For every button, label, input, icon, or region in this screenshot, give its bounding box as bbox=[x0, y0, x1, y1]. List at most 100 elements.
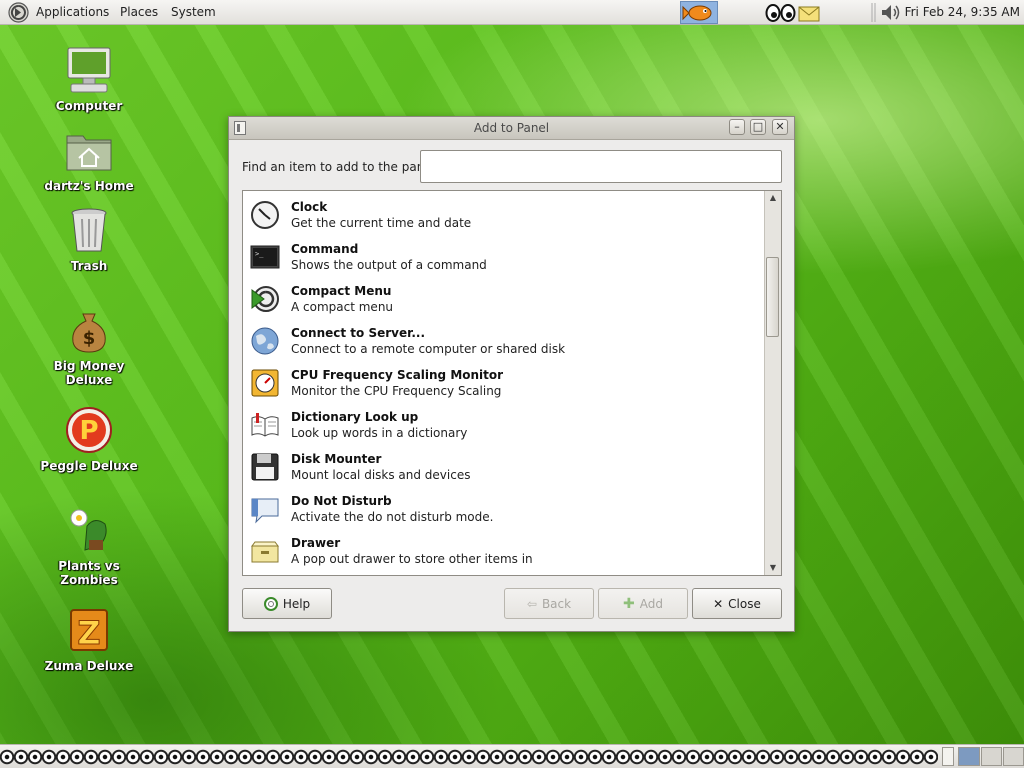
desktop-icon-zuma[interactable]: Z Zuma Deluxe bbox=[34, 606, 144, 673]
drawer-icon bbox=[251, 541, 279, 563]
fish-applet-icon[interactable] bbox=[680, 1, 718, 24]
eyes-applet-icon bbox=[765, 4, 796, 22]
item-description: Look up words in a dictionary bbox=[291, 426, 468, 440]
workspace-1[interactable] bbox=[958, 747, 980, 766]
item-description: A pop out drawer to store other items in bbox=[291, 552, 533, 566]
item-description: A compact menu bbox=[291, 300, 394, 314]
desktop-icon-computer[interactable]: Computer bbox=[34, 46, 144, 113]
show-desktop-button[interactable] bbox=[942, 747, 954, 766]
desktop-icon-label: dartz's Home bbox=[44, 179, 134, 193]
scroll-down-arrow-icon[interactable]: ▼ bbox=[768, 563, 778, 573]
back-arrow-icon: ⇦ bbox=[526, 596, 537, 611]
help-lifebuoy-icon bbox=[263, 596, 278, 611]
minimize-button[interactable]: – bbox=[729, 119, 745, 135]
menu-places[interactable]: Places bbox=[120, 5, 158, 19]
desktop-icon-home[interactable]: dartz's Home bbox=[34, 126, 144, 193]
dialog-titlebar[interactable]: Add to Panel – □ ✕ bbox=[229, 117, 794, 140]
item-title: Command bbox=[291, 242, 359, 256]
money-bag-icon: $ bbox=[72, 313, 106, 353]
item-description: Shows the output of a command bbox=[291, 258, 487, 272]
list-scrollbar[interactable]: ▲ ▼ bbox=[764, 191, 781, 575]
list-item-connect-server[interactable]: Connect to Server... Connect to a remote… bbox=[243, 319, 763, 361]
svg-text:>_: >_ bbox=[255, 250, 264, 258]
scrollbar-thumb[interactable] bbox=[766, 257, 779, 337]
back-button[interactable]: ⇦ Back bbox=[504, 588, 594, 619]
close-button-label: Close bbox=[728, 596, 761, 611]
desktop-icon-peggle[interactable]: P Peggle Deluxe bbox=[34, 406, 144, 473]
computer-icon bbox=[67, 47, 111, 93]
item-description: Connect to a remote computer or shared d… bbox=[291, 342, 566, 356]
help-button-label: Help bbox=[282, 596, 311, 611]
workspace-2[interactable] bbox=[981, 747, 1002, 766]
desktop-icon-plants-zombies[interactable]: Plants vs Zombies bbox=[34, 506, 144, 587]
item-title: Disk Mounter bbox=[291, 452, 382, 466]
help-button[interactable]: Help bbox=[242, 588, 332, 619]
item-description: Activate the do not disturb mode. bbox=[291, 510, 494, 524]
clock-applet[interactable]: Fri Feb 24, 9:35 AM bbox=[905, 5, 1020, 19]
list-item-do-not-disturb[interactable]: Do Not Disturb Activate the do not distu… bbox=[243, 487, 763, 529]
add-button[interactable]: ✚ Add bbox=[598, 588, 688, 619]
item-description: Monitor the CPU Frequency Scaling bbox=[291, 384, 502, 398]
list-item-compact-menu[interactable]: Compact Menu A compact menu bbox=[243, 277, 763, 319]
close-icon: ✕ bbox=[775, 120, 785, 133]
maximize-icon: □ bbox=[752, 120, 764, 133]
trash-icon bbox=[71, 208, 107, 252]
mail-notifier-icon[interactable] bbox=[798, 4, 820, 22]
panel-separator-icon bbox=[871, 3, 876, 22]
list-item-drawer[interactable]: Drawer A pop out drawer to store other i… bbox=[243, 529, 763, 571]
back-button-label: Back bbox=[541, 596, 572, 611]
maximize-button[interactable]: □ bbox=[750, 119, 766, 135]
desktop-icon-label: Big Money Deluxe bbox=[53, 359, 125, 387]
item-title: Connect to Server... bbox=[291, 326, 426, 340]
home-folder-icon bbox=[66, 135, 112, 171]
add-plus-icon: ✚ bbox=[623, 595, 635, 612]
floppy-disk-icon bbox=[251, 453, 279, 481]
item-title: Clock bbox=[291, 200, 328, 214]
dialog-title: Add to Panel bbox=[473, 121, 550, 135]
list-item-cpu-frequency[interactable]: CPU Frequency Scaling Monitor Monitor th… bbox=[243, 361, 763, 403]
peggle-icon: P bbox=[66, 407, 112, 453]
add-button-label: Add bbox=[639, 596, 663, 611]
svg-text:$: $ bbox=[83, 328, 96, 349]
top-panel: Applications Places System Fri Feb 24, 9… bbox=[0, 0, 1024, 25]
panel-items-list[interactable]: Clock Get the current time and date >_ C… bbox=[242, 190, 782, 576]
desktop-icon-label: Trash bbox=[70, 259, 108, 273]
list-item-disk-mounter[interactable]: Disk Mounter Mount local disks and devic… bbox=[243, 445, 763, 487]
main-menu-logo-icon[interactable] bbox=[8, 2, 29, 23]
list-item-command[interactable]: >_ Command Shows the output of a command bbox=[243, 235, 763, 277]
compact-menu-icon bbox=[251, 286, 279, 312]
menu-applications[interactable]: Applications bbox=[36, 5, 109, 19]
menu-system[interactable]: System bbox=[171, 5, 216, 19]
globe-icon bbox=[251, 327, 279, 355]
scroll-up-arrow-icon[interactable]: ▲ bbox=[768, 193, 778, 203]
desktop-icon-label: Plants vs Zombies bbox=[58, 559, 120, 587]
terminal-icon: >_ bbox=[250, 245, 280, 269]
desktop-icon-label: Computer bbox=[55, 99, 123, 113]
close-button[interactable]: ✕ Close bbox=[692, 588, 782, 619]
desktop-icon-trash[interactable]: Trash bbox=[34, 206, 144, 273]
desktop-icon-big-money[interactable]: $ Big Money Deluxe bbox=[34, 306, 144, 387]
minimize-icon: – bbox=[734, 120, 740, 133]
desktop-icon-label: Peggle Deluxe bbox=[40, 459, 138, 473]
list-item-clock[interactable]: Clock Get the current time and date bbox=[243, 193, 763, 235]
item-description: Mount local disks and devices bbox=[291, 468, 471, 482]
item-title: Dictionary Look up bbox=[291, 410, 419, 424]
svg-text:P: P bbox=[79, 416, 98, 446]
item-title: Drawer bbox=[291, 536, 341, 550]
workspace-3[interactable] bbox=[1003, 747, 1024, 766]
speech-bubble-icon bbox=[251, 498, 279, 524]
item-description: Get the current time and date bbox=[291, 216, 472, 230]
volume-icon[interactable] bbox=[880, 3, 902, 22]
desktop-icon-label: Zuma Deluxe bbox=[44, 659, 134, 673]
cpu-gauge-icon bbox=[251, 369, 279, 397]
find-label: Find an item to add to the panel: bbox=[242, 160, 440, 174]
close-x-icon: ✕ bbox=[713, 596, 724, 611]
close-window-button[interactable]: ✕ bbox=[772, 119, 788, 135]
find-item-input[interactable] bbox=[420, 150, 782, 183]
item-title: CPU Frequency Scaling Monitor bbox=[291, 368, 504, 382]
clock-icon bbox=[251, 201, 279, 229]
eyes-decoration-icon bbox=[0, 748, 938, 766]
bottom-panel bbox=[0, 744, 1024, 768]
zuma-icon: Z bbox=[70, 609, 108, 653]
list-item-dictionary[interactable]: Dictionary Look up Look up words in a di… bbox=[243, 403, 763, 445]
